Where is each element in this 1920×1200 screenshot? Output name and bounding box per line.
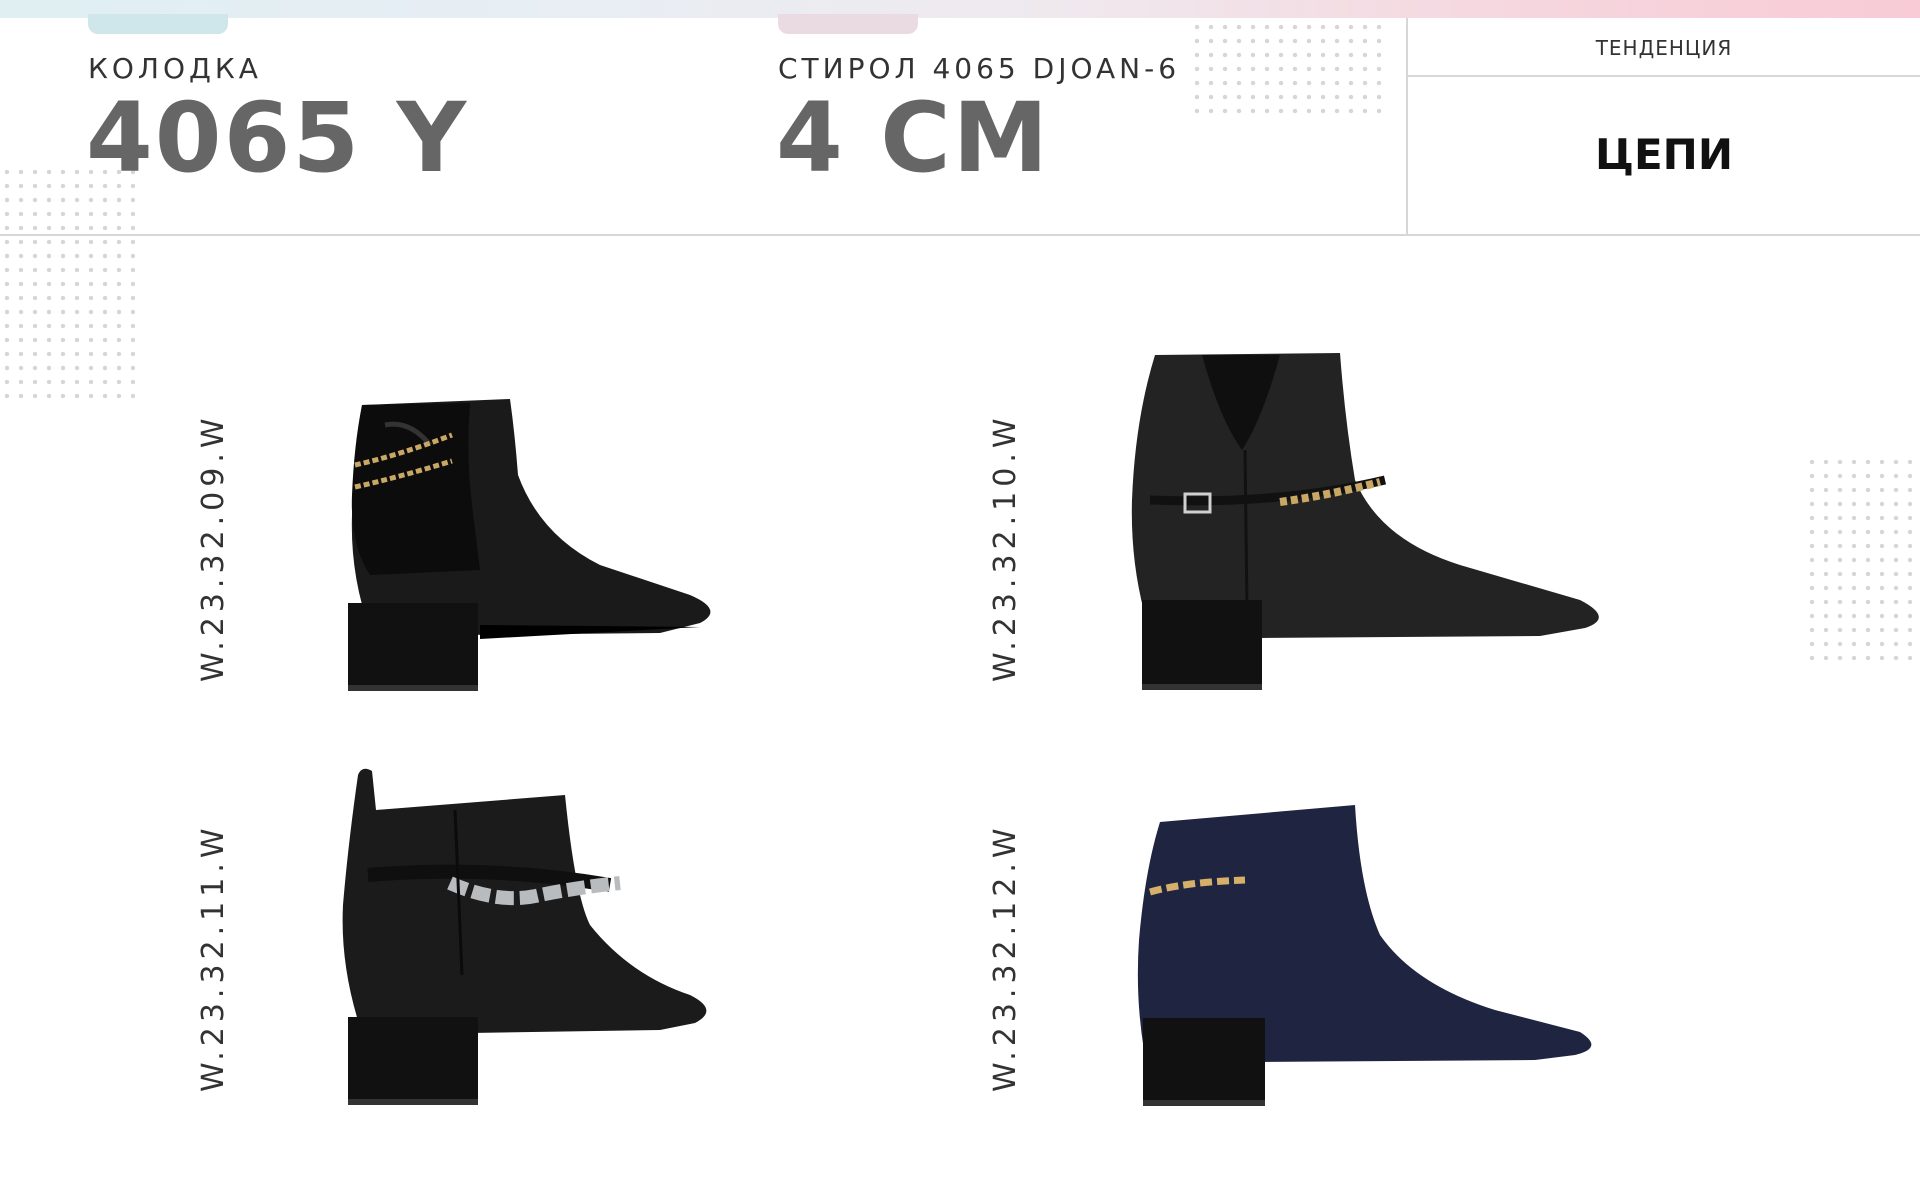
boot-image-4 [1137,805,1592,1106]
boot-image-3 [342,768,707,1105]
trend-divider [1408,75,1920,77]
dot-pattern-top [1190,20,1390,115]
trend-value: ЦЕПИ [1595,130,1733,179]
trend-label: ТЕНДЕНЦИЯ [1595,36,1733,60]
product-code-1: W.23.32.09.W [196,413,231,682]
decor-tab-center [778,14,918,34]
product-code-4: W.23.32.12.W [988,823,1023,1092]
top-gradient-bar [0,0,1920,18]
dot-pattern-left [0,165,135,405]
boot-image-2 [1131,353,1599,690]
decor-tab-left [88,14,228,34]
boot-image-1 [348,399,711,691]
last-value: 4065 Y [86,82,469,194]
dot-pattern-right [1805,455,1920,665]
heel-value: 4 СМ [776,82,1051,194]
product-code-3: W.23.32.11.W [196,823,231,1092]
heel-label: СТИРОЛ 4065 DJOAN-6 [778,52,1181,85]
product-code-2: W.23.32.10.W [988,413,1023,682]
last-label: КОЛОДКА [88,52,262,85]
header-divider [0,234,1920,236]
